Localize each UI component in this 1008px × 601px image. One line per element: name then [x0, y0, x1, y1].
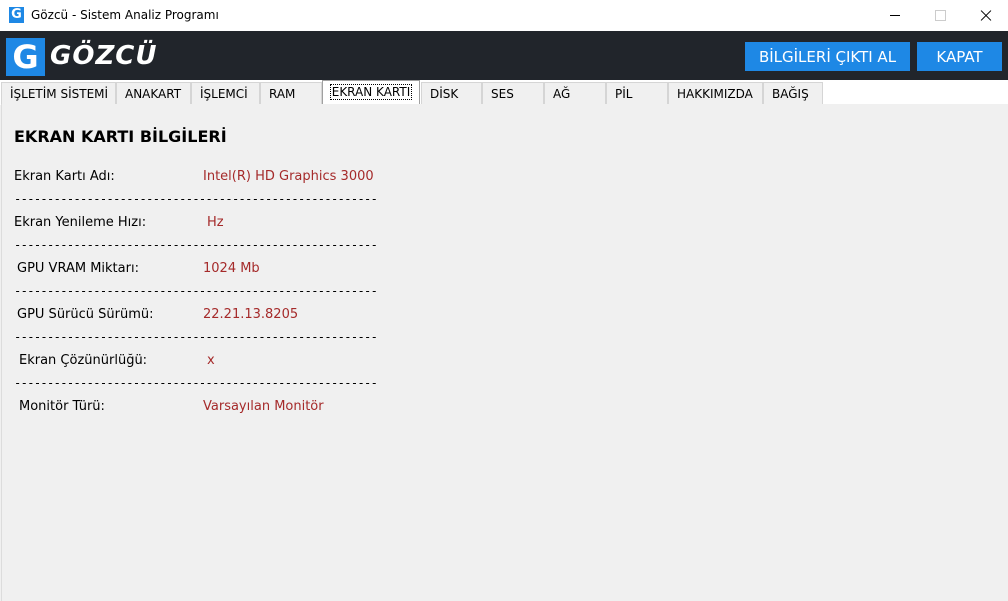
monitor-type-label: Monitör Türü: [19, 399, 105, 414]
driver-version-value: 22.21.13.8205 [203, 307, 299, 322]
tab-anakart[interactable]: ANAKART [116, 82, 191, 104]
tab-ses[interactable]: SES [482, 82, 544, 104]
app-g-icon: G [9, 7, 24, 23]
tab-ag[interactable]: AĞ [544, 82, 606, 104]
tab-pil[interactable]: PİL [606, 82, 668, 104]
logo-text: GÖZCÜ [50, 41, 158, 71]
gpu-name-value: Intel(R) HD Graphics 3000 [203, 169, 374, 184]
vram-label: GPU VRAM Miktarı: [17, 261, 139, 276]
separator: ----------------------------------------… [14, 284, 378, 298]
close-icon[interactable] [962, 0, 1008, 31]
refresh-rate-value: Hz [207, 215, 224, 230]
tab-content-panel [1, 104, 1008, 601]
tab-ram[interactable]: RAM [260, 82, 322, 104]
tab-isletim-sistemi[interactable]: İŞLETİM SİSTEMİ [1, 82, 116, 104]
separator: ----------------------------------------… [14, 330, 378, 344]
gpu-name-label: Ekran Kartı Adı: [14, 169, 115, 184]
close-app-button[interactable]: KAPAT [917, 42, 1002, 71]
minimize-icon[interactable] [872, 0, 918, 31]
monitor-type-value: Varsayılan Monitör [203, 399, 324, 414]
separator: ----------------------------------------… [14, 238, 378, 252]
tab-hakkimizda[interactable]: HAKKIMIZDA [668, 82, 763, 104]
tab-bagis[interactable]: BAĞIŞ [763, 82, 823, 104]
tab-ekran-karti-label: EKRAN KARTI [329, 84, 413, 100]
logo-g-icon: G [6, 38, 45, 76]
separator: ----------------------------------------… [14, 376, 378, 390]
resolution-label: Ekran Çözünürlüğü: [19, 353, 148, 368]
vram-value: 1024 Mb [203, 261, 260, 276]
section-title: EKRAN KARTI BİLGİLERİ [14, 127, 227, 146]
window-title: Gözcü - Sistem Analiz Programı [31, 8, 219, 22]
tab-disk[interactable]: DİSK [421, 82, 482, 104]
refresh-rate-label: Ekran Yenileme Hızı: [14, 215, 147, 230]
resolution-value: x [207, 353, 215, 368]
driver-version-label: GPU Sürücü Sürümü: [17, 307, 154, 322]
separator: ----------------------------------------… [14, 192, 378, 206]
maximize-icon[interactable] [917, 0, 963, 31]
print-info-button[interactable]: BİLGİLERİ ÇIKTI AL [745, 42, 910, 71]
tab-ekran-karti[interactable]: EKRAN KARTI [322, 80, 420, 104]
tab-islemci[interactable]: İŞLEMCİ [191, 82, 260, 104]
